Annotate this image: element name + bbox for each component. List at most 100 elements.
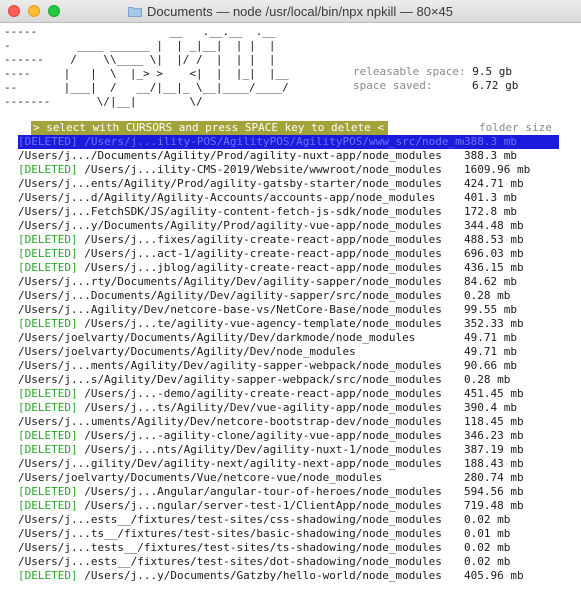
folder-size: 49.71 mb [464,331,517,344]
path-text: /Users/j...ility-CMS-2019/Website/wwwroo… [77,163,442,176]
banner-line: ----- __ .__.__ .__ [4,25,276,38]
result-row[interactable]: /Users/j...ments/Agility/Dev/agility-sap… [18,359,517,373]
folder-path: /Users/j.../Documents/Agility/Prod/agili… [18,149,464,163]
result-row[interactable]: /Users/j...tests__/fixtures/test-sites/t… [18,541,510,555]
path-text: /Users/joelvarty/Documents/Agility/Dev/n… [18,345,356,358]
result-row[interactable]: [DELETED] /Users/j...te/agility-vue-agen… [18,317,524,331]
path-text: /Users/j...ts/Agility/Dev/vue-agility-ap… [77,401,442,414]
deleted-badge: [DELETED] [18,485,78,498]
folder-path: /Users/j...tests__/fixtures/test-sites/t… [18,541,464,555]
result-row[interactable]: /Users/joelvarty/Documents/Vue/netcore-v… [18,471,524,485]
result-row[interactable]: /Users/j.../Documents/Agility/Prod/agili… [18,149,517,163]
terminal-window: Documents — node /usr/local/bin/npx npki… [0,0,581,596]
result-row[interactable]: [DELETED] /Users/j...nts/Agility/Dev/agi… [18,443,524,457]
folder-path: /Users/j...rty/Documents/Agility/Dev/agi… [18,275,464,289]
deleted-badge: [DELETED] [18,261,78,274]
folder-size: 696.03 mb [464,247,524,260]
result-row[interactable]: /Users/j...Agility/Dev/netcore-base-vs/N… [18,303,517,317]
result-row[interactable]: [DELETED] /Users/j...-demo/agility-creat… [18,387,524,401]
terminal-content[interactable]: ----- __ .__.__ .__ - ____ ______ | | _|_… [4,23,581,596]
deleted-badge: [DELETED] [18,429,78,442]
folder-size-header: folder size [479,121,552,134]
result-row[interactable]: /Users/j...ents/Agility/Prod/agility-gat… [18,177,524,191]
result-row[interactable]: /Users/j...gility/Dev/agility-next/agili… [18,457,524,471]
folder-size: 405.96 mb [464,569,524,582]
releasable-space-value: 9.5 gb [472,65,512,78]
path-text: /Users/j...ility-POS/AgilityPOS/AgilityP… [77,135,464,148]
result-row[interactable]: /Users/j...ests__/fixtures/test-sites/do… [18,555,510,569]
folder-path: /Users/joelvarty/Documents/Agility/Dev/d… [18,331,464,345]
folder-path: [DELETED] /Users/j...-agility-clone/agil… [18,429,464,443]
instruction-prompt: > select with CURSORS and press SPACE ke… [31,121,388,135]
path-text: /Users/j...uments/Agility/Dev/netcore-bo… [18,415,442,428]
deleted-badge: [DELETED] [18,135,78,148]
title-bar[interactable]: Documents — node /usr/local/bin/npx npki… [0,0,581,23]
result-row[interactable]: [DELETED] /Users/j...fixes/agility-creat… [18,233,524,247]
result-row[interactable]: [DELETED] /Users/j...ngular/server-test-… [18,499,524,513]
folder-size: 436.15 mb [464,261,524,274]
folder-path: /Users/j...gility/Dev/agility-next/agili… [18,457,464,471]
path-text: /Users/j...s/Agility/Dev/agility-sapper-… [18,373,442,386]
result-row[interactable]: [DELETED] /Users/j...Angular/angular-tou… [18,485,524,499]
result-row[interactable]: /Users/j...y/Documents/Agility/Prod/agil… [18,219,524,233]
result-row[interactable]: /Users/j...uments/Agility/Dev/netcore-bo… [18,415,524,429]
folder-path: /Users/j...ents/Agility/Prod/agility-gat… [18,177,464,191]
folder-path: /Users/j...d/Agility/Agility-Accounts/ac… [18,191,464,205]
path-text: /Users/j...ngular/server-test-1/ClientAp… [77,499,442,512]
path-text: /Users/j...-demo/agility-create-react-ap… [77,387,442,400]
folder-path: /Users/j...ts__/fixtures/test-sites/basi… [18,527,464,541]
result-row[interactable]: /Users/joelvarty/Documents/Agility/Dev/n… [18,345,517,359]
folder-size: 451.45 mb [464,387,524,400]
result-row[interactable]: /Users/j...FetchSDK/JS/agility-content-f… [18,205,517,219]
result-row[interactable]: [DELETED] /Users/j...y/Documents/Gatzby/… [18,569,524,583]
folder-size: 49.71 mb [464,345,517,358]
folder-size: 387.19 mb [464,443,524,456]
space-saved-value: 6.72 gb [472,79,519,92]
selected-result-row[interactable]: [DELETED] /Users/j...ility-POS/AgilityPO… [18,135,559,149]
folder-path: /Users/j...uments/Agility/Dev/netcore-bo… [18,415,464,429]
folder-size: 0.02 mb [464,513,511,526]
path-text: /Users/j...ts__/fixtures/test-sites/basi… [18,527,442,540]
deleted-badge: [DELETED] [18,387,78,400]
folder-path: /Users/j...y/Documents/Agility/Prod/agil… [18,219,464,233]
space-saved-stat: space saved: 6.72 gb [353,79,518,92]
folder-size: 1609.96 mb [464,163,531,176]
folder-size: 401.3 mb [464,191,517,204]
banner-line: - ____ ______ | | _|__| | | | [4,39,276,52]
path-text: /Users/j...ments/Agility/Dev/agility-sap… [18,359,442,372]
result-row[interactable]: [DELETED] /Users/j...jblog/agility-creat… [18,261,524,275]
result-row[interactable]: [DELETED] /Users/j...-agility-clone/agil… [18,429,524,443]
result-row[interactable]: [DELETED] /Users/j...ts/Agility/Dev/vue-… [18,401,517,415]
path-text: /Users/j...nts/Agility/Dev/agility-nuxt-… [77,443,442,456]
result-row[interactable]: [DELETED] /Users/j...act-1/agility-creat… [18,247,524,261]
path-text: /Users/j...d/Agility/Agility-Accounts/ac… [18,191,436,204]
result-row[interactable]: [DELETED] /Users/j...ility-CMS-2019/Webs… [18,163,530,177]
result-row[interactable]: /Users/j...ests__/fixtures/test-sites/cs… [18,513,510,527]
folder-path: [DELETED] /Users/j...act-1/agility-creat… [18,247,464,261]
path-text: /Users/j...rty/Documents/Agility/Dev/agi… [18,275,442,288]
releasable-space-label: releasable space: [353,65,466,78]
folder-size: 172.8 mb [464,205,517,218]
path-text: /Users/j...Documents/Agility/Dev/agility… [18,289,442,302]
window-title-container: Documents — node /usr/local/bin/npx npki… [0,0,581,22]
result-row[interactable]: /Users/j...ts__/fixtures/test-sites/basi… [18,527,510,541]
result-row[interactable]: /Users/j...Documents/Agility/Dev/agility… [18,289,510,303]
path-text: /Users/j...te/agility-vue-agency-templat… [77,317,442,330]
path-text: /Users/joelvarty/Documents/Agility/Dev/d… [18,331,416,344]
path-text: /Users/j...jblog/agility-create-react-ap… [77,261,442,274]
result-row[interactable]: /Users/j...s/Agility/Dev/agility-sapper-… [18,373,510,387]
result-row[interactable]: /Users/j...rty/Documents/Agility/Dev/agi… [18,275,517,289]
window-title: Documents — node /usr/local/bin/npx npki… [146,3,454,19]
path-text: /Users/joelvarty/Documents/Vue/netcore-v… [18,471,383,484]
folder-path: [DELETED] /Users/j...-demo/agility-creat… [18,387,464,401]
folder-size: 0.01 mb [464,527,511,540]
folder-path: [DELETED] /Users/j...te/agility-vue-agen… [18,317,464,331]
folder-size: 0.02 mb [464,541,511,554]
folder-path: /Users/j...FetchSDK/JS/agility-content-f… [18,205,464,219]
path-text: /Users/j...y/Documents/Agility/Prod/agil… [18,219,442,232]
path-text: /Users/j...ests__/fixtures/test-sites/cs… [18,513,442,526]
result-row[interactable]: /Users/j...d/Agility/Agility-Accounts/ac… [18,191,517,205]
result-row[interactable]: /Users/joelvarty/Documents/Agility/Dev/d… [18,331,517,345]
folder-icon [128,6,142,17]
folder-size: 594.56 mb [464,485,524,498]
